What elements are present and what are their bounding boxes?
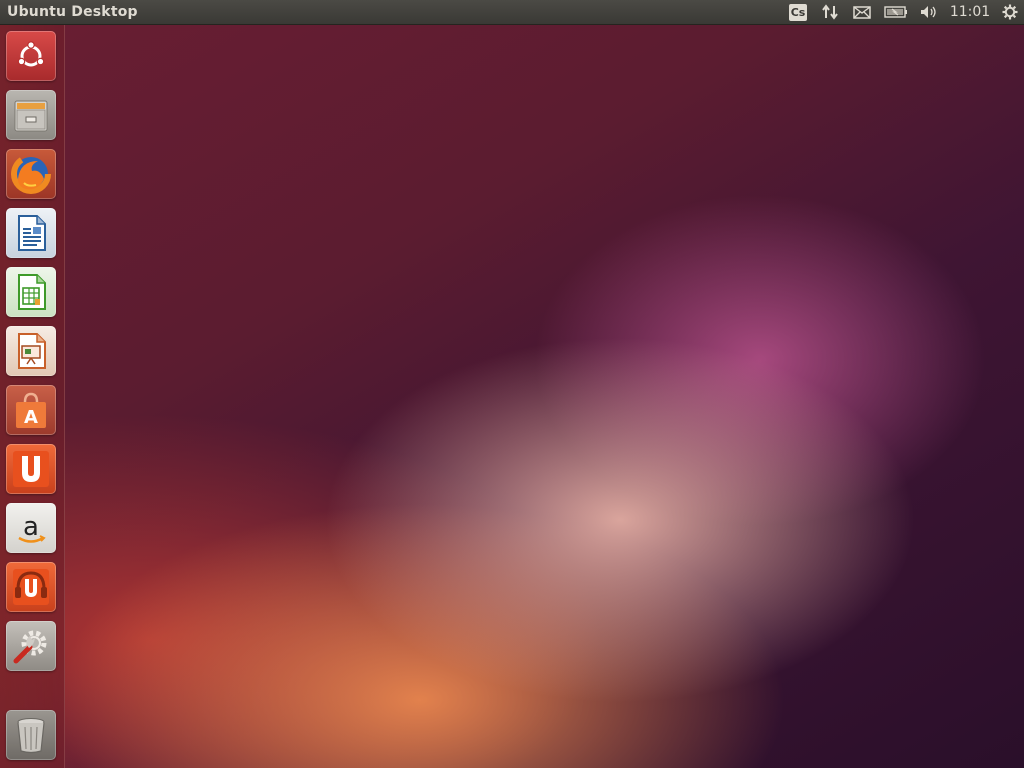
launcher-item-libreoffice-writer[interactable]	[6, 208, 56, 258]
battery-indicator[interactable]	[878, 0, 914, 24]
launcher-item-software-center[interactable]: A	[6, 385, 56, 435]
writer-document-icon	[18, 215, 46, 251]
session-indicator[interactable]	[996, 0, 1024, 24]
svg-text:A: A	[24, 407, 38, 428]
indicator-area: Cs 11:01	[782, 0, 1024, 24]
mail-envelope-icon	[853, 5, 871, 19]
music-headphones-icon	[13, 569, 49, 605]
clock-time: 11:01	[949, 4, 991, 20]
launcher-item-libreoffice-impress[interactable]	[6, 326, 56, 376]
launcher-item-amazon[interactable]: a	[6, 503, 56, 553]
clock-indicator[interactable]: 11:01	[944, 0, 996, 24]
keyboard-input-icon: Cs	[789, 3, 807, 21]
ubuntu-logo-icon	[17, 41, 45, 67]
impress-presentation-icon	[18, 333, 46, 369]
gear-icon	[1002, 4, 1018, 20]
messaging-indicator[interactable]	[846, 0, 878, 24]
battery-icon	[884, 6, 907, 18]
ubuntu-one-icon	[13, 451, 49, 487]
launcher-item-libreoffice-calc[interactable]	[6, 267, 56, 317]
launcher-item-ubuntu-one-music[interactable]	[6, 562, 56, 612]
launcher-item-trash[interactable]	[6, 710, 56, 760]
launcher-item-system-settings[interactable]	[6, 621, 56, 671]
launcher-item-files[interactable]	[6, 90, 56, 140]
wrench-gear-icon	[13, 630, 47, 664]
network-indicator[interactable]	[814, 0, 846, 24]
network-arrows-icon	[822, 4, 838, 20]
launcher-item-dash-home[interactable]	[6, 31, 56, 81]
launcher-item-ubuntu-one[interactable]	[6, 444, 56, 494]
file-cabinet-icon	[14, 100, 48, 132]
launcher: A a	[0, 25, 65, 768]
trash-icon	[17, 718, 45, 754]
calc-spreadsheet-icon	[18, 274, 46, 310]
shopping-bag-icon: A	[16, 392, 46, 428]
svg-text:a: a	[23, 512, 39, 542]
amazon-logo-icon: a	[18, 512, 46, 543]
speaker-volume-icon	[921, 6, 936, 18]
top-panel: Ubuntu Desktop Cs 11:01	[0, 0, 1024, 25]
panel-title: Ubuntu Desktop	[7, 4, 138, 20]
launcher-item-firefox[interactable]	[6, 149, 56, 199]
desktop-wallpaper	[0, 0, 1024, 768]
firefox-icon	[11, 154, 51, 194]
input-method-indicator[interactable]: Cs	[782, 0, 814, 24]
sound-indicator[interactable]	[914, 0, 944, 24]
